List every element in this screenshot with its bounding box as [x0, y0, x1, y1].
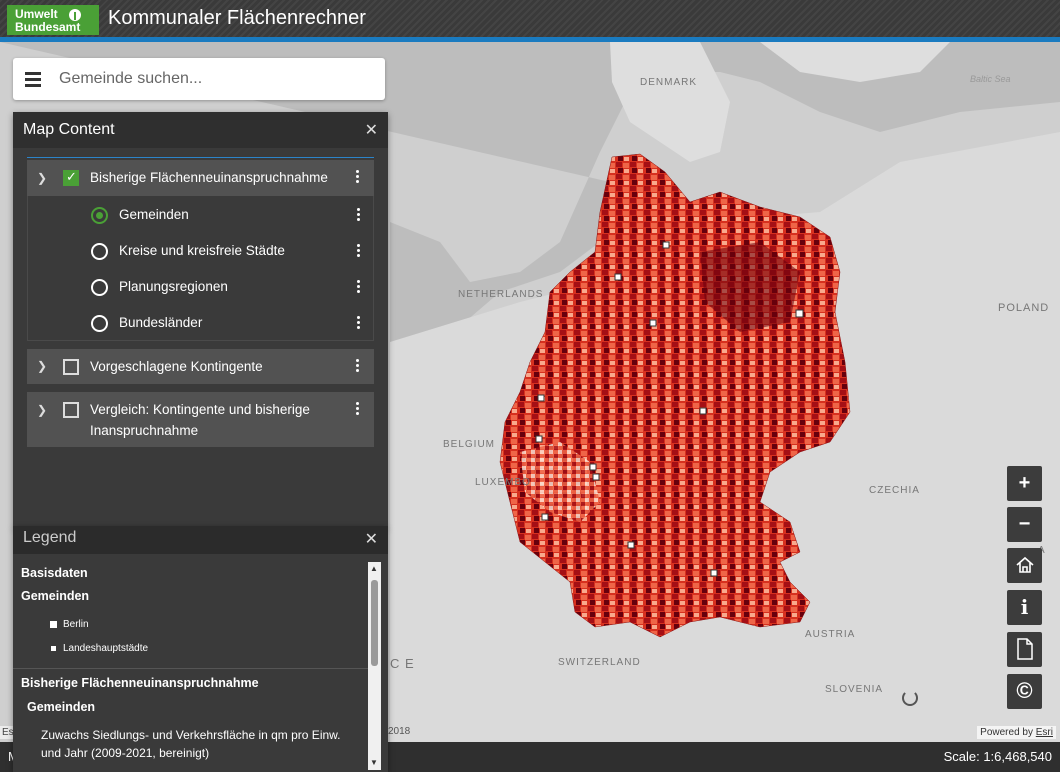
map-attribution-year: 2018	[388, 726, 411, 737]
legend-description-line2: und Jahr (2009-2021, bereinigt)	[41, 746, 210, 760]
legend-layer-sub: Gemeinden	[27, 700, 96, 714]
legend-body: Basisdaten Gemeinden Berlin Landeshaupts…	[13, 560, 381, 772]
home-icon	[1015, 556, 1034, 573]
map-content-panel: Map Content ✕ ❯ Bisherige Flächenneuinan…	[13, 112, 388, 528]
chevron-right-icon[interactable]: ❯	[37, 359, 47, 373]
legend-scrollbar[interactable]: ▲ ▼	[368, 562, 381, 770]
app-header: Umwelt Bundesamt Kommunaler Flächenrechn…	[0, 0, 1060, 40]
legend-item-label: Berlin	[63, 619, 89, 630]
layer-row-kontingente[interactable]: ❯ Vorgeschlagene Kontingente	[27, 349, 374, 384]
radio-kreise[interactable]	[91, 243, 108, 260]
radio-planungsregionen[interactable]	[91, 279, 108, 296]
powered-by-text: Powered by	[980, 727, 1033, 738]
label-switzerland: SWITZERLAND	[558, 657, 641, 668]
legend-layer-heading: Bisherige Flächenneuinanspruchnahme	[21, 676, 259, 690]
label-netherlands: NETHERLANDS	[458, 289, 544, 300]
layer-checkbox-bisherige[interactable]	[63, 169, 79, 186]
label-baltic-sea: Baltic Sea	[970, 74, 1011, 84]
document-button[interactable]	[1007, 632, 1042, 667]
more-options-icon[interactable]	[357, 316, 361, 331]
logo-line2: Bundesamt	[15, 20, 81, 34]
label-poland: POLAND	[998, 302, 1050, 314]
sublayer-gemeinden[interactable]: Gemeinden	[28, 198, 375, 232]
label-denmark: DENMARK	[640, 77, 698, 88]
label-czechia: CZECHIA	[869, 485, 920, 496]
sublayer-label: Planungsregionen	[119, 279, 228, 294]
radio-bundeslaender[interactable]	[91, 315, 108, 332]
leaf-icon	[69, 9, 81, 21]
sublayer-label: Bundesländer	[119, 315, 203, 330]
scroll-down-icon[interactable]: ▼	[370, 758, 378, 767]
layer-label: Vorgeschlagene Kontingente	[90, 359, 263, 374]
square-symbol-icon	[51, 646, 56, 651]
info-button[interactable]: i	[1007, 590, 1042, 625]
radio-gemeinden[interactable]	[91, 207, 108, 224]
chevron-down-icon[interactable]: ❯	[37, 171, 47, 185]
layer-label-line2: Inanspruchnahme	[90, 423, 199, 438]
legend-divider	[13, 668, 368, 669]
legend-basis-sub: Gemeinden	[21, 589, 90, 603]
layer-label: Bisherige Flächenneuinanspruchnahme	[90, 170, 328, 185]
close-icon[interactable]: ✕	[365, 120, 378, 140]
home-button[interactable]	[1007, 548, 1042, 583]
sublayer-bundeslaender[interactable]: Bundesländer	[28, 306, 375, 340]
legend-panel: Legend ✕ Basisdaten Gemeinden Berlin Lan…	[13, 526, 388, 772]
close-icon[interactable]: ✕	[365, 529, 378, 549]
legend-item-landeshauptstaedte: Landeshauptstädte	[51, 643, 149, 654]
layer-label-line1: Vergleich: Kontingente und bisherige	[90, 402, 310, 417]
sublayer-label: Kreise und kreisfreie Städte	[119, 243, 285, 258]
sublayer-planungsregionen[interactable]: Planungsregionen	[28, 270, 375, 304]
layer-row-vergleich[interactable]: ❯ Vergleich: Kontingente und bisherige I…	[27, 392, 374, 447]
label-luxembourg: LUXEMBO	[475, 477, 531, 488]
label-belgium: BELGIUM	[443, 439, 496, 450]
label-france: C E	[390, 656, 415, 671]
more-options-icon[interactable]	[356, 170, 360, 185]
powered-by: Powered by Esri	[977, 726, 1056, 739]
menu-icon[interactable]	[25, 72, 41, 87]
map-content-title: Map Content	[23, 121, 115, 138]
more-options-icon[interactable]	[357, 280, 361, 295]
more-options-icon[interactable]	[357, 208, 361, 223]
more-options-icon[interactable]	[356, 359, 360, 374]
legend-description-line1: Zuwachs Siedlungs- und Verkehrsfläche in…	[41, 728, 341, 742]
layer-row-bisherige[interactable]: ❯ Bisherige Flächenneuinanspruchnahme	[27, 160, 374, 196]
square-symbol-icon	[50, 621, 57, 628]
focus-line-top	[27, 157, 374, 158]
more-options-icon[interactable]	[357, 244, 361, 259]
label-slovenia: SLOVENIA	[825, 684, 884, 695]
sublayer-group: Gemeinden Kreise und kreisfreie Städte P…	[27, 196, 374, 341]
chevron-right-icon[interactable]: ❯	[37, 403, 47, 417]
layer-checkbox-kontingente[interactable]	[63, 359, 79, 375]
layer-checkbox-vergleich[interactable]	[63, 402, 79, 418]
scale-readout: Scale: 1:6,468,540	[943, 749, 1052, 764]
legend-basis-heading: Basisdaten	[21, 566, 88, 580]
loading-spinner-icon	[902, 690, 918, 706]
esri-link[interactable]: Esri	[1036, 727, 1053, 738]
scrollbar-thumb[interactable]	[371, 580, 378, 666]
legend-item-label: Landeshauptstädte	[63, 643, 149, 654]
zoom-in-button[interactable]: +	[1007, 466, 1042, 501]
uba-logo[interactable]: Umwelt Bundesamt	[7, 5, 99, 35]
legend-header: Legend ✕	[13, 526, 388, 554]
search-input[interactable]	[59, 66, 369, 92]
legend-title: Legend	[23, 529, 77, 546]
copyright-button[interactable]: ©	[1007, 674, 1042, 709]
sublayer-label: Gemeinden	[119, 207, 189, 222]
map-content-header: Map Content ✕	[13, 112, 388, 148]
document-icon	[1016, 638, 1033, 660]
scroll-up-icon[interactable]: ▲	[370, 564, 378, 573]
more-options-icon[interactable]	[356, 402, 360, 417]
zoom-out-button[interactable]: −	[1007, 507, 1042, 542]
search-bar	[13, 58, 385, 100]
legend-item-berlin: Berlin	[50, 619, 89, 630]
label-austria: AUSTRIA	[805, 629, 856, 640]
app-title: Kommunaler Flächenrechner	[108, 7, 366, 29]
sublayer-kreise[interactable]: Kreise und kreisfreie Städte	[28, 234, 375, 268]
